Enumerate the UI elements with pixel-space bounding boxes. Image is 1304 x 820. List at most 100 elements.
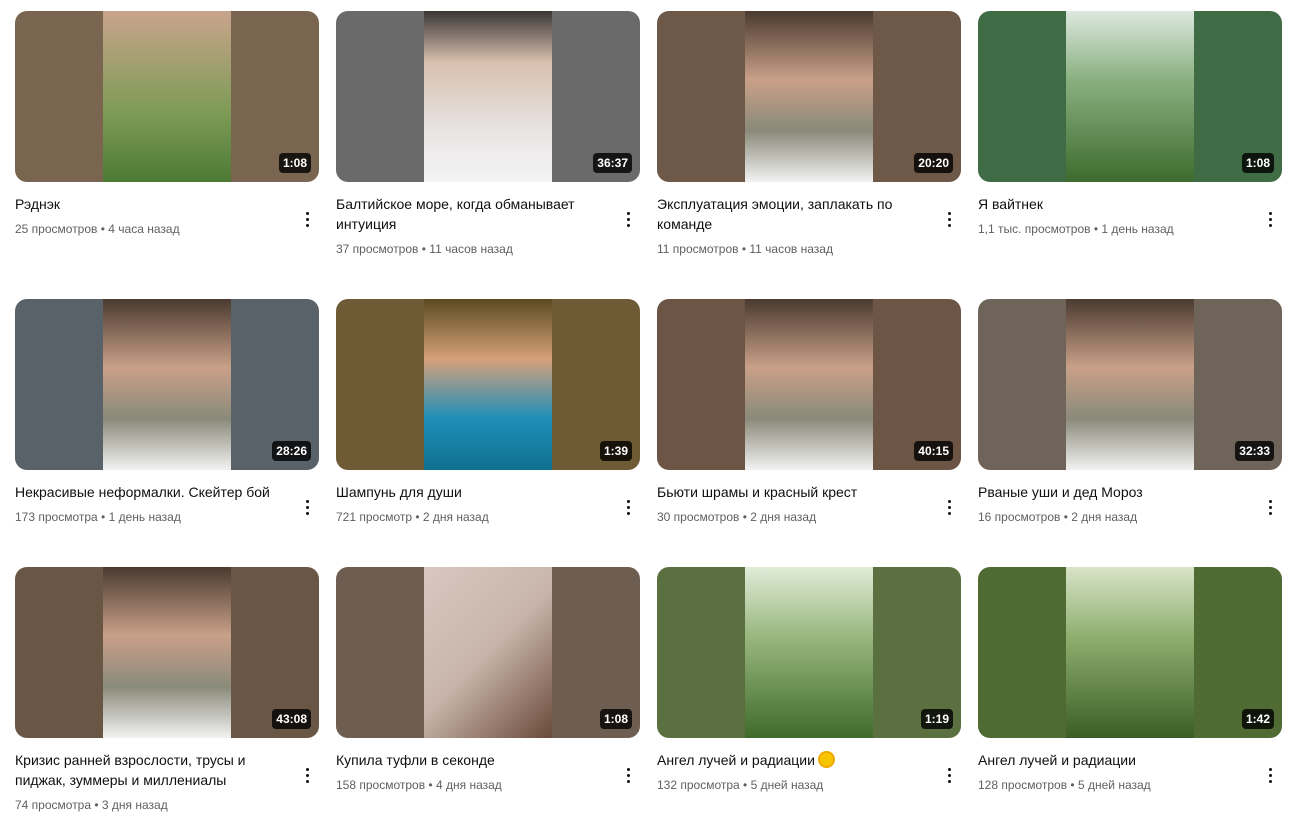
video-title: Рваные уши и дед Мороз bbox=[978, 484, 1143, 500]
more-actions-icon[interactable] bbox=[616, 495, 640, 519]
view-count: 30 просмотров bbox=[657, 510, 740, 524]
video-info: Купила туфли в секонде 158 просмотров • … bbox=[336, 750, 640, 794]
video-thumbnail[interactable]: 28:26 bbox=[15, 299, 319, 470]
video-thumbnail[interactable]: 40:15 bbox=[657, 299, 961, 470]
video-info: Эксплуатация эмоции, заплакать по команд… bbox=[657, 194, 961, 258]
thumbnail-image bbox=[424, 299, 552, 470]
more-actions-icon[interactable] bbox=[616, 207, 640, 231]
duration-badge: 1:08 bbox=[1241, 153, 1274, 173]
video-card[interactable]: 36:37 Балтийское море, когда обманывает … bbox=[336, 11, 640, 258]
video-thumbnail[interactable]: 1:19 bbox=[657, 567, 961, 738]
duration-badge: 1:19 bbox=[920, 709, 953, 729]
video-meta: 173 просмотра • 1 день назад bbox=[15, 510, 181, 524]
video-title-link[interactable]: Некрасивые неформалки. Скейтер бой bbox=[15, 482, 285, 502]
video-title-link[interactable]: Кризис ранней взрослости, трусы и пиджак… bbox=[15, 750, 285, 790]
upload-age: 5 дней назад bbox=[1077, 778, 1151, 792]
more-actions-icon[interactable] bbox=[295, 495, 319, 519]
duration-badge: 1:39 bbox=[599, 441, 632, 461]
sun-emoji-icon bbox=[819, 753, 833, 766]
upload-age: 11 часов назад bbox=[749, 242, 833, 256]
video-info: Некрасивые неформалки. Скейтер бой 173 п… bbox=[15, 482, 319, 526]
thumbnail-image bbox=[1066, 299, 1194, 470]
video-meta: 74 просмотра • 3 дня назад bbox=[15, 798, 168, 812]
view-count: 11 просмотров bbox=[657, 242, 739, 256]
more-actions-icon[interactable] bbox=[1258, 207, 1282, 231]
video-title: Шампунь для души bbox=[336, 484, 462, 500]
video-card[interactable]: 1:19 Ангел лучей и радиации 132 просмотр… bbox=[657, 567, 961, 814]
video-card[interactable]: 40:15 Бьюти шрамы и красный крест 30 про… bbox=[657, 299, 961, 526]
video-info: Рваные уши и дед Мороз 16 просмотров • 2… bbox=[978, 482, 1282, 526]
video-title-link[interactable]: Бьюти шрамы и красный крест bbox=[657, 482, 927, 502]
video-info: Шампунь для души 721 просмотр • 2 дня на… bbox=[336, 482, 640, 526]
video-thumbnail[interactable]: 1:08 bbox=[978, 11, 1282, 182]
video-title-link[interactable]: Ангел лучей и радиации bbox=[657, 750, 927, 770]
video-title-link[interactable]: Я вайтнек bbox=[978, 194, 1248, 214]
video-info: Рэднэк 25 просмотров • 4 часа назад bbox=[15, 194, 319, 238]
view-count: 74 просмотра bbox=[15, 798, 92, 812]
video-thumbnail[interactable]: 20:20 bbox=[657, 11, 961, 182]
video-card[interactable]: 20:20 Эксплуатация эмоции, заплакать по … bbox=[657, 11, 961, 258]
more-actions-icon[interactable] bbox=[295, 207, 319, 231]
view-count: 173 просмотра bbox=[15, 510, 98, 524]
more-actions-icon[interactable] bbox=[1258, 763, 1282, 787]
video-title-link[interactable]: Ангел лучей и радиации bbox=[978, 750, 1248, 770]
video-info: Бьюти шрамы и красный крест 30 просмотро… bbox=[657, 482, 961, 526]
more-actions-icon[interactable] bbox=[937, 207, 961, 231]
video-meta: 132 просмотра • 5 дней назад bbox=[657, 778, 824, 792]
video-title: Купила туфли в секонде bbox=[336, 752, 495, 768]
video-card[interactable]: 1:42 Ангел лучей и радиации 128 просмотр… bbox=[978, 567, 1282, 814]
video-card[interactable]: 28:26 Некрасивые неформалки. Скейтер бой… bbox=[15, 299, 319, 526]
upload-age: 11 часов назад bbox=[429, 242, 513, 256]
video-meta: 11 просмотров • 11 часов назад bbox=[657, 242, 833, 256]
more-actions-icon[interactable] bbox=[616, 763, 640, 787]
video-card[interactable]: 43:08 Кризис ранней взрослости, трусы и … bbox=[15, 567, 319, 814]
video-thumbnail[interactable]: 32:33 bbox=[978, 299, 1282, 470]
video-title-link[interactable]: Рэднэк bbox=[15, 194, 285, 214]
view-count: 25 просмотров bbox=[15, 222, 98, 236]
duration-badge: 1:42 bbox=[1241, 709, 1274, 729]
video-title: Кризис ранней взрослости, трусы и пиджак… bbox=[15, 752, 246, 788]
video-thumbnail[interactable]: 1:42 bbox=[978, 567, 1282, 738]
duration-badge: 32:33 bbox=[1235, 441, 1274, 461]
video-meta: 721 просмотр • 2 дня назад bbox=[336, 510, 489, 524]
video-thumbnail[interactable]: 43:08 bbox=[15, 567, 319, 738]
video-title: Рэднэк bbox=[15, 196, 61, 212]
upload-age: 1 день назад bbox=[1101, 222, 1174, 236]
thumbnail-image bbox=[103, 11, 231, 182]
thumbnail-image bbox=[424, 11, 552, 182]
video-card[interactable]: 32:33 Рваные уши и дед Мороз 16 просмотр… bbox=[978, 299, 1282, 526]
video-card[interactable]: 1:08 Купила туфли в секонде 158 просмотр… bbox=[336, 567, 640, 814]
upload-age: 4 часа назад bbox=[108, 222, 180, 236]
video-card[interactable]: 1:08 Я вайтнек 1,1 тыс. просмотров • 1 д… bbox=[978, 11, 1282, 258]
more-actions-icon[interactable] bbox=[1258, 495, 1282, 519]
video-title-link[interactable]: Балтийское море, когда обманывает интуиц… bbox=[336, 194, 606, 234]
video-info: Кризис ранней взрослости, трусы и пиджак… bbox=[15, 750, 319, 814]
video-title-link[interactable]: Эксплуатация эмоции, заплакать по команд… bbox=[657, 194, 927, 234]
more-actions-icon[interactable] bbox=[937, 763, 961, 787]
video-info: Ангел лучей и радиации 132 просмотра • 5… bbox=[657, 750, 961, 794]
video-title-link[interactable]: Купила туфли в секонде bbox=[336, 750, 606, 770]
duration-badge: 36:37 bbox=[593, 153, 632, 173]
more-actions-icon[interactable] bbox=[295, 763, 319, 787]
video-thumbnail[interactable]: 36:37 bbox=[336, 11, 640, 182]
view-count: 128 просмотров bbox=[978, 778, 1068, 792]
duration-badge: 28:26 bbox=[272, 441, 311, 461]
more-actions-icon[interactable] bbox=[937, 495, 961, 519]
upload-age: 4 дня назад bbox=[435, 778, 502, 792]
upload-age: 2 дня назад bbox=[422, 510, 489, 524]
video-thumbnail[interactable]: 1:08 bbox=[336, 567, 640, 738]
thumbnail-image bbox=[103, 299, 231, 470]
video-thumbnail[interactable]: 1:08 bbox=[15, 11, 319, 182]
video-info: Я вайтнек 1,1 тыс. просмотров • 1 день н… bbox=[978, 194, 1282, 238]
video-thumbnail[interactable]: 1:39 bbox=[336, 299, 640, 470]
view-count: 132 просмотра bbox=[657, 778, 740, 792]
video-title-link[interactable]: Рваные уши и дед Мороз bbox=[978, 482, 1248, 502]
video-card[interactable]: 1:39 Шампунь для души 721 просмотр • 2 д… bbox=[336, 299, 640, 526]
video-card[interactable]: 1:08 Рэднэк 25 просмотров • 4 часа назад bbox=[15, 11, 319, 258]
upload-age: 5 дней назад bbox=[750, 778, 824, 792]
view-count: 158 просмотров bbox=[336, 778, 426, 792]
video-title: Балтийское море, когда обманывает интуиц… bbox=[336, 196, 575, 232]
video-title-link[interactable]: Шампунь для души bbox=[336, 482, 606, 502]
thumbnail-image bbox=[745, 299, 873, 470]
view-count: 1,1 тыс. просмотров bbox=[978, 222, 1091, 236]
